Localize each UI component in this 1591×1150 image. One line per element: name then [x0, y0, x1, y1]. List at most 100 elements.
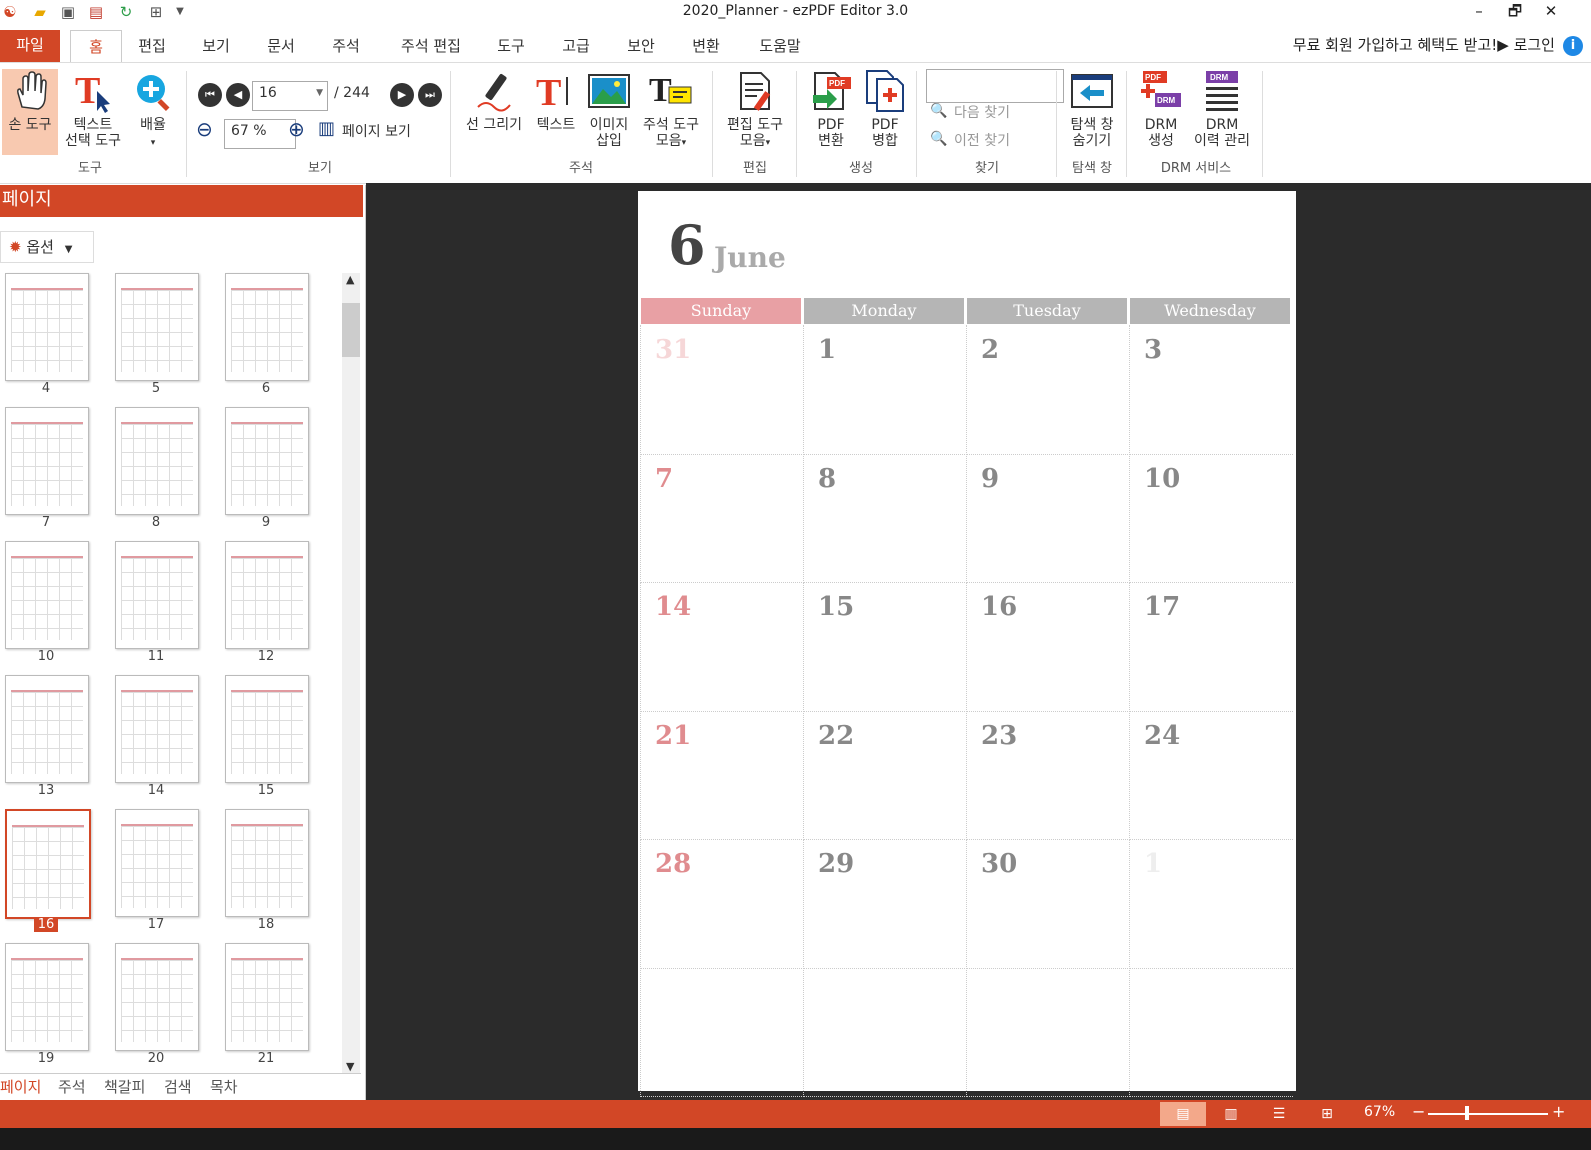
zoom-slider-knob[interactable]	[1465, 1106, 1469, 1120]
draw-line-button[interactable]: 선 그리기	[460, 69, 528, 133]
tab-annotation[interactable]: 주석	[324, 30, 368, 62]
first-page-icon[interactable]: ⏮	[198, 83, 222, 107]
page-number-input[interactable]: 16 ▼	[252, 81, 328, 111]
page-thumbnail[interactable]	[115, 407, 199, 515]
next-page-icon[interactable]: ▶	[390, 83, 414, 107]
last-page-icon[interactable]: ⏭	[418, 83, 442, 107]
pdf-convert-button[interactable]: PDF PDF 변환	[806, 69, 856, 149]
thumbnail-page-number: 4	[5, 381, 87, 396]
text-select-tool-button[interactable]: T 텍스트 선택 도구	[60, 69, 126, 149]
page-thumbnail[interactable]	[5, 273, 89, 381]
svg-text:T: T	[75, 70, 100, 112]
scroll-down-icon[interactable]: ▼	[346, 1060, 354, 1073]
continuous-view-icon[interactable]: ▥	[1208, 1102, 1254, 1126]
calendar-cell: 29	[803, 839, 967, 969]
tab-search[interactable]: 검색	[164, 1076, 192, 1097]
tab-security[interactable]: 보안	[619, 30, 663, 62]
page-thumbnail[interactable]	[115, 943, 199, 1051]
insert-image-button[interactable]: 이미지 삽입	[584, 69, 634, 149]
page-thumbnail[interactable]	[225, 943, 309, 1051]
drm-create-button[interactable]: PDF DRM DRM 생성	[1134, 69, 1188, 149]
panel-scrollbar[interactable]: ▲ ▼	[342, 273, 360, 1073]
minimize-button[interactable]: –	[1462, 0, 1496, 22]
thumbnail-grid-lines	[121, 424, 193, 506]
document-workspace[interactable]: 6 June Sunday Monday Tuesday Wednesday 31 1 2 3…	[366, 183, 1591, 1100]
annotation-tools-button[interactable]: T 주석 도구 모음▾	[636, 69, 706, 151]
annotation-tools-label-1: 주석 도구	[643, 117, 699, 133]
tab-view[interactable]: 보기	[194, 30, 238, 62]
tab-document[interactable]: 문서	[259, 30, 303, 62]
calendar-cell: 23	[966, 710, 1130, 840]
tab-help[interactable]: 도움말	[750, 30, 810, 62]
page-thumbnail[interactable]	[225, 541, 309, 649]
day-number: 9	[981, 463, 1000, 494]
zoom-out-icon[interactable]: ⊖	[196, 119, 213, 139]
drm-history-label-2: 이력 관리	[1194, 133, 1250, 149]
tab-advanced[interactable]: 고급	[554, 30, 598, 62]
tab-bookmarks[interactable]: 책갈피	[104, 1076, 145, 1097]
hand-tool-button[interactable]: 손 도구	[2, 69, 58, 155]
single-page-view-icon[interactable]: ▤	[1160, 1102, 1206, 1126]
calendar-cell: 14	[640, 582, 804, 712]
restore-button[interactable]: 🗗	[1498, 0, 1532, 22]
page-thumbnail[interactable]	[115, 541, 199, 649]
thumbnail-page-number-text: 17	[147, 917, 165, 932]
scroll-up-icon[interactable]: ▲	[346, 273, 354, 286]
zoom-in-button[interactable]: +	[1552, 1102, 1565, 1121]
tab-edit[interactable]: 편집	[130, 30, 174, 62]
tab-toc[interactable]: 목차	[210, 1076, 238, 1097]
page-thumbnail[interactable]	[5, 407, 89, 515]
svg-text:DRM: DRM	[1210, 73, 1229, 82]
page-thumbnail[interactable]	[225, 809, 309, 917]
text-button[interactable]: T 텍스트	[530, 69, 582, 133]
tab-pages[interactable]: 페이지	[0, 1076, 41, 1097]
page-thumbnail[interactable]	[5, 541, 89, 649]
tab-annotations[interactable]: 주석	[58, 1076, 86, 1097]
signup-promo-link[interactable]: 무료 회원 가입하고 혜택도 받고!▶ 로그인	[1293, 30, 1555, 60]
zoom-percent-input[interactable]: 67 %	[224, 119, 296, 149]
page-view-button[interactable]: 페이지 보기	[342, 124, 411, 140]
page-thumbnail[interactable]	[225, 675, 309, 783]
find-next-button[interactable]: 다음 찾기	[954, 105, 1010, 121]
tab-annotation-edit[interactable]: 주석 편집	[393, 30, 469, 62]
page-thumbnail[interactable]	[115, 675, 199, 783]
day-number: 23	[981, 720, 1018, 751]
day-number: 17	[1144, 592, 1181, 622]
file-tab[interactable]: 파일	[0, 30, 60, 62]
zoom-slider[interactable]	[1428, 1113, 1548, 1115]
zoom-button[interactable]: 배율 ▾	[128, 69, 178, 151]
info-icon[interactable]: i	[1563, 36, 1583, 56]
find-input[interactable]	[926, 69, 1064, 103]
scroll-thumb[interactable]	[342, 303, 360, 357]
close-button[interactable]: ✕	[1534, 0, 1568, 22]
pdf-page[interactable]: 6 June Sunday Monday Tuesday Wednesday 31 1 2 3…	[638, 191, 1296, 1097]
zoom-out-button[interactable]: −	[1412, 1102, 1425, 1121]
hide-navigation-label-2: 숨기기	[1072, 133, 1112, 149]
tab-tools[interactable]: 도구	[489, 30, 533, 62]
calendar-cell: 21	[640, 710, 804, 840]
edit-tools-button[interactable]: 편집 도구 모음▾	[720, 69, 790, 151]
grid-view-icon[interactable]: ⊞	[1304, 1102, 1350, 1126]
tab-convert[interactable]: 변환	[684, 30, 728, 62]
insert-image-label-1: 이미지	[589, 117, 629, 133]
options-button[interactable]: ✹ 옵션 ▼	[0, 231, 94, 263]
page-thumbnail[interactable]	[115, 273, 199, 381]
separator	[1262, 71, 1263, 177]
page-thumbnail[interactable]	[5, 943, 89, 1051]
find-prev-button[interactable]: 이전 찾기	[954, 133, 1010, 149]
page-dropdown-icon[interactable]: ▼	[316, 84, 323, 102]
page-thumbnail[interactable]	[5, 809, 91, 919]
page-thumbnail[interactable]	[5, 675, 89, 783]
thumbnail-page-number-text: 20	[147, 1051, 165, 1066]
hide-navigation-button[interactable]: 탐색 창 숨기기	[1064, 69, 1120, 149]
prev-page-icon[interactable]: ◀	[226, 83, 250, 107]
drm-history-button[interactable]: DRM DRM 이력 관리	[1188, 69, 1256, 149]
pdf-merge-button[interactable]: PDF 병합	[860, 69, 910, 149]
page-thumbnail[interactable]	[225, 407, 309, 515]
page-thumbnail[interactable]	[115, 809, 199, 917]
tab-home[interactable]: 홈	[70, 30, 122, 63]
facing-view-icon[interactable]: ☰	[1256, 1102, 1302, 1126]
hand-tool-label: 손 도구	[8, 117, 52, 133]
zoom-in-small-icon[interactable]: ⊕	[288, 119, 305, 139]
page-thumbnail[interactable]	[225, 273, 309, 381]
